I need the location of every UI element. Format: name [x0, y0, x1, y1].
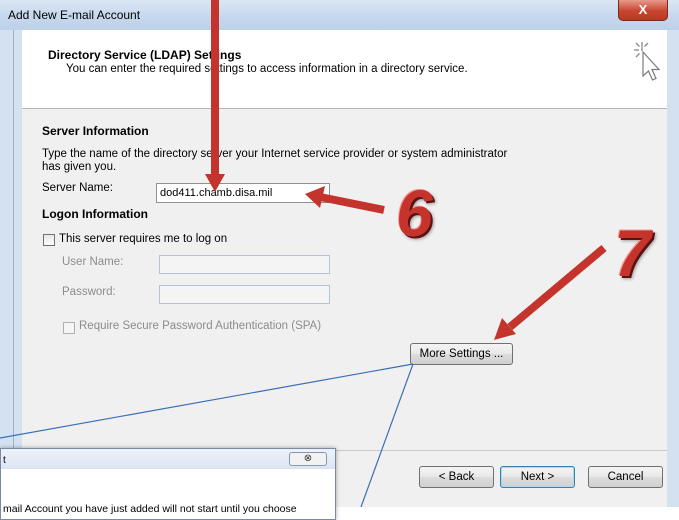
arrow-step-7 [507, 244, 607, 331]
step-6-label: 6 [396, 176, 433, 250]
arrow-step-6-head [305, 186, 325, 208]
step-7-label: 7 [614, 216, 651, 290]
arrow-to-server-field-head [205, 174, 225, 192]
connector-line-left [0, 363, 414, 439]
annotation-layer [0, 0, 607, 507]
arrow-step-6 [319, 193, 385, 214]
connector-line-right [360, 363, 414, 507]
